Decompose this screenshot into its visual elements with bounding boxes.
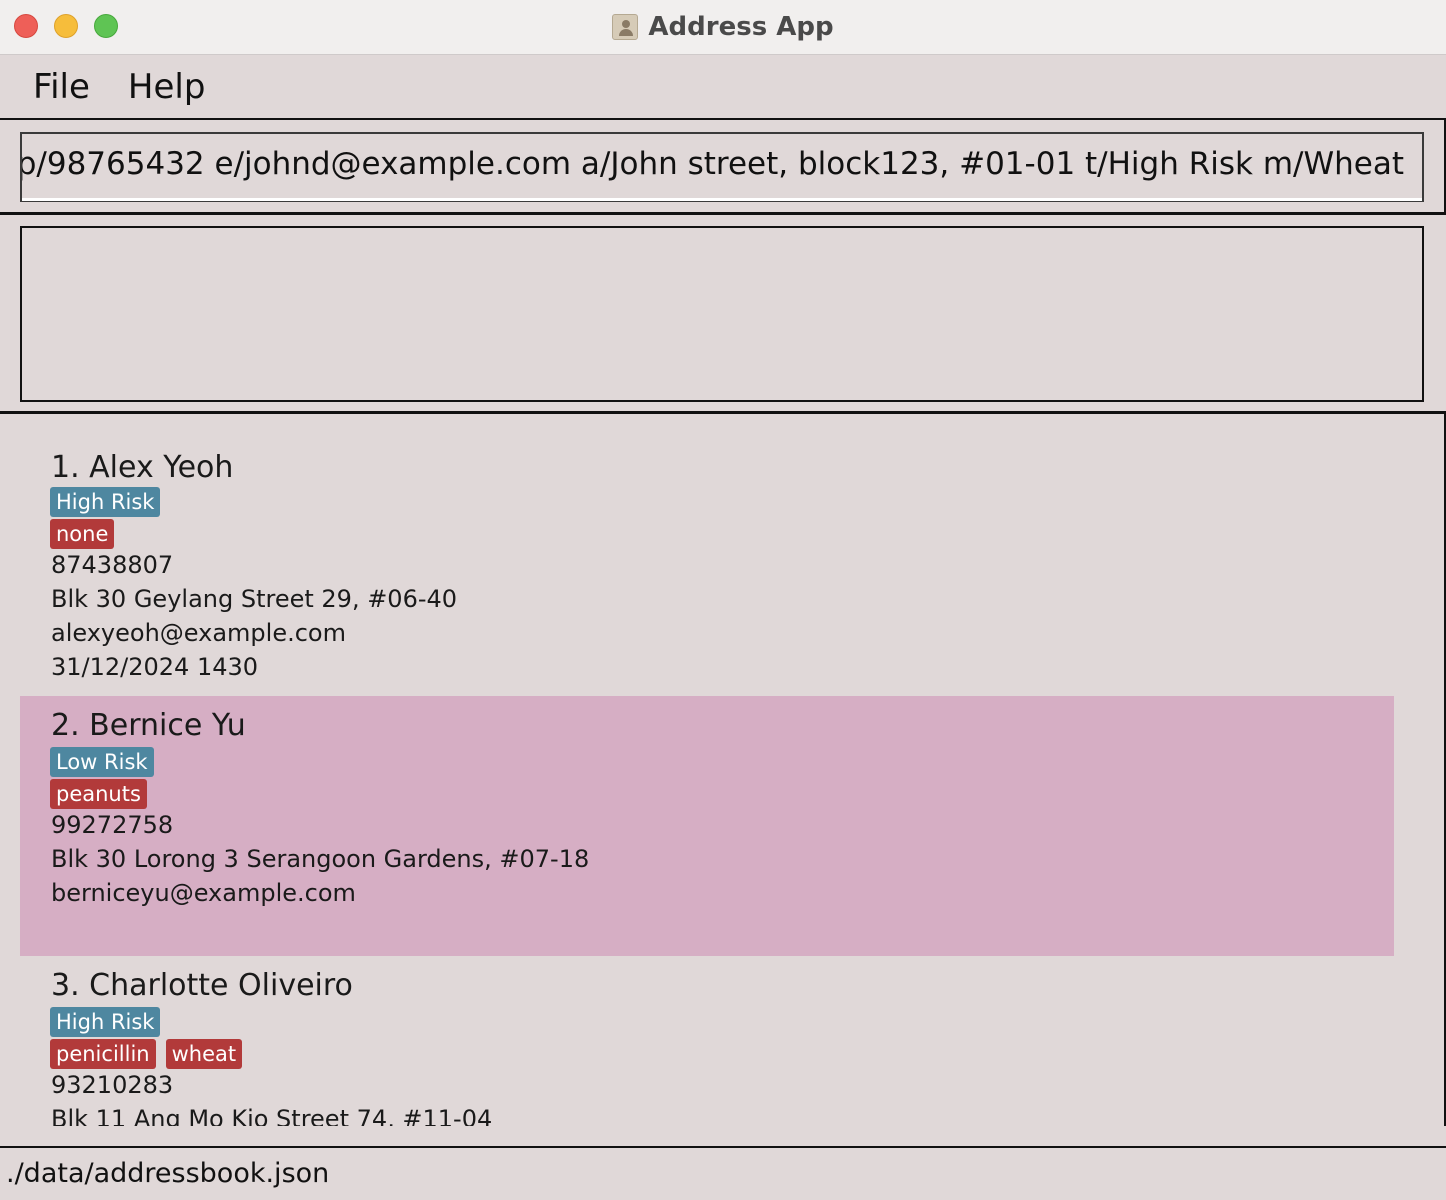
menu-bar: File Help [0, 55, 1446, 118]
person-name: 3. Charlotte Oliveiro [51, 968, 353, 1003]
allergy-tags: penicillin wheat [50, 1039, 243, 1069]
risk-tags: High Risk [50, 487, 161, 517]
allergy-tags: none [50, 519, 115, 549]
person-name: 2. Bernice Yu [51, 708, 246, 743]
risk-tags: Low Risk [50, 747, 154, 777]
person-list[interactable]: 1. Alex Yeoh High Risk none 87438807 Blk… [0, 414, 1446, 1126]
person-address: Blk 30 Lorong 3 Serangoon Gardens, #07-1… [51, 845, 590, 873]
person-phone: 87438807 [51, 551, 174, 579]
person-address: Blk 11 Ang Mo Kio Street 74, #11-04 [51, 1105, 493, 1126]
person-card-selected[interactable]: 2. Bernice Yu Low Risk peanuts 99272758 … [20, 696, 1394, 956]
risk-tag: Low Risk [50, 747, 154, 777]
risk-tag: High Risk [50, 1007, 161, 1037]
allergy-tag: penicillin [50, 1039, 156, 1069]
person-appointment: 31/12/2024 1430 [51, 653, 259, 681]
person-email: alexyeoh@example.com [51, 619, 346, 647]
window-title: Address App [648, 12, 834, 42]
allergy-tags: peanuts [50, 779, 147, 809]
command-input[interactable]: Doe p/98765432 e/johnd@example.com a/Joh… [20, 132, 1424, 202]
allergy-tag: none [50, 519, 115, 549]
person-card[interactable]: 1. Alex Yeoh High Risk none 87438807 Blk… [20, 434, 1394, 696]
person-address: Blk 30 Geylang Street 29, #06-40 [51, 585, 458, 613]
person-email: berniceyu@example.com [51, 879, 356, 907]
person-card[interactable]: 3. Charlotte Oliveiro High Risk penicill… [20, 956, 1394, 1126]
allergy-tag: peanuts [50, 779, 147, 809]
menu-help[interactable]: Help [109, 67, 225, 107]
window-title-group: Address App [0, 0, 1446, 54]
address-book-icon [612, 14, 639, 40]
result-display[interactable] [20, 226, 1424, 402]
save-location-path: ./data/addressbook.json [6, 1158, 330, 1189]
person-phone: 93210283 [51, 1071, 174, 1099]
status-bar: ./data/addressbook.json [0, 1146, 1446, 1200]
person-name: 1. Alex Yeoh [51, 450, 234, 485]
command-input-text: Doe p/98765432 e/johnd@example.com a/Joh… [20, 146, 1404, 182]
risk-tag: High Risk [50, 487, 161, 517]
person-phone: 99272758 [51, 811, 174, 839]
menu-file[interactable]: File [0, 67, 109, 107]
allergy-tag: wheat [165, 1039, 243, 1069]
title-bar: Address App [0, 0, 1446, 55]
command-input-underline [22, 198, 1422, 201]
risk-tags: High Risk [50, 1007, 161, 1037]
divider [0, 212, 1446, 215]
